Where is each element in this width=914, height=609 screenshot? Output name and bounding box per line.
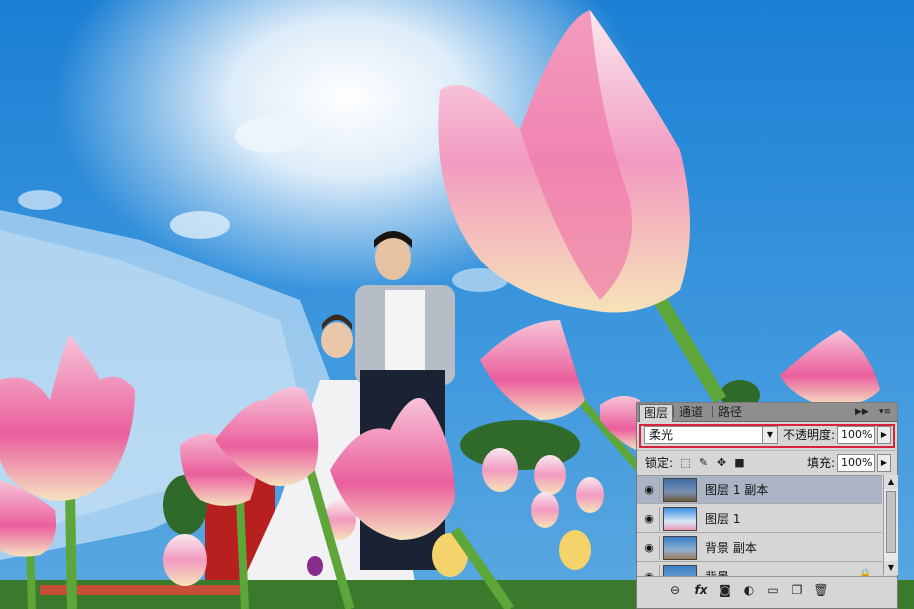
- opacity-input[interactable]: 100%: [837, 426, 875, 444]
- layer-name: 图层 1: [705, 512, 741, 526]
- eye-icon[interactable]: ◉: [639, 536, 660, 560]
- fill-slider-arrow-icon[interactable]: ▶: [877, 454, 891, 472]
- blend-mode-value: 柔光: [649, 428, 674, 442]
- layer-thumbnail: [663, 478, 697, 502]
- layer-name: 背景: [705, 569, 729, 576]
- group-folder-icon[interactable]: ▭: [765, 583, 781, 597]
- scroll-thumb[interactable]: [886, 491, 896, 553]
- opacity-label: 不透明度:: [783, 428, 836, 442]
- layer-thumbnail: [663, 536, 697, 560]
- link-icon[interactable]: ⊖: [667, 583, 683, 597]
- trash-icon[interactable]: 🗑: [813, 583, 829, 597]
- tab-channels[interactable]: 通道: [675, 404, 707, 421]
- panel-tab-bar: 图层 通道 路径 ▶▶ ▾≡: [637, 403, 897, 422]
- eye-icon[interactable]: ◉: [639, 507, 660, 531]
- tab-divider: [712, 406, 713, 418]
- new-layer-icon[interactable]: ❐: [789, 583, 805, 597]
- chevron-down-icon[interactable]: ▼: [762, 427, 777, 443]
- fx-icon[interactable]: fx: [693, 583, 709, 597]
- layers-list: ◉ 图层 1 副本 ◉ 图层 1 ◉ 背景 副本 ◉ 背景 🔒: [637, 475, 882, 576]
- tab-paths[interactable]: 路径: [714, 404, 746, 421]
- layer-thumbnail: [663, 507, 697, 531]
- lock-icon: 🔒: [859, 569, 872, 576]
- fill-label: 填充:: [807, 456, 836, 470]
- layer-name: 背景 副本: [705, 541, 757, 555]
- lock-transparency-icon[interactable]: ⬚: [679, 456, 692, 469]
- lock-label: 锁定:: [645, 456, 674, 470]
- tab-divider: [673, 406, 674, 418]
- lock-all-icon[interactable]: ■: [733, 456, 746, 469]
- lock-pixels-brush-icon[interactable]: ✎: [697, 456, 710, 469]
- layer-row[interactable]: ◉ 背景 🔒: [637, 563, 882, 576]
- layer-row[interactable]: ◉ 背景 副本: [637, 534, 882, 562]
- panel-bottom-toolbar: ⊖ fx ◙ ◐ ▭ ❐ 🗑: [637, 576, 897, 609]
- panel-menu-icon[interactable]: ▾≡: [879, 405, 891, 419]
- fill-input[interactable]: 100%: [837, 454, 875, 472]
- adjustment-icon[interactable]: ◐: [741, 583, 757, 597]
- double-arrow-icon[interactable]: ▶▶: [855, 405, 869, 419]
- scroll-down-icon[interactable]: ▼: [884, 561, 898, 575]
- layer-name: 图层 1 副本: [705, 483, 769, 497]
- layer-row[interactable]: ◉ 图层 1: [637, 505, 882, 533]
- mask-icon[interactable]: ◙: [717, 583, 733, 597]
- opacity-slider-arrow-icon[interactable]: ▶: [877, 426, 891, 444]
- lock-row: 锁定: ⬚ ✎ ✥ ■ 填充: 100% ▶: [637, 450, 897, 475]
- lock-position-move-icon[interactable]: ✥: [715, 456, 728, 469]
- eye-icon[interactable]: ◉: [639, 478, 660, 502]
- blend-mode-select[interactable]: 柔光 ▼: [644, 426, 778, 444]
- tab-layers[interactable]: 图层: [639, 404, 674, 422]
- eye-icon[interactable]: ◉: [639, 565, 660, 576]
- layers-scrollbar[interactable]: ▲ ▼: [883, 475, 898, 575]
- scroll-up-icon[interactable]: ▲: [884, 475, 898, 489]
- layers-panel: 图层 通道 路径 ▶▶ ▾≡ 柔光 ▼ 不透明度: 100% ▶ 锁定: ⬚ ✎…: [636, 402, 898, 609]
- layer-row[interactable]: ◉ 图层 1 副本: [637, 476, 882, 504]
- layer-thumbnail: [663, 565, 697, 576]
- blend-row: 柔光 ▼ 不透明度: 100% ▶: [637, 422, 897, 450]
